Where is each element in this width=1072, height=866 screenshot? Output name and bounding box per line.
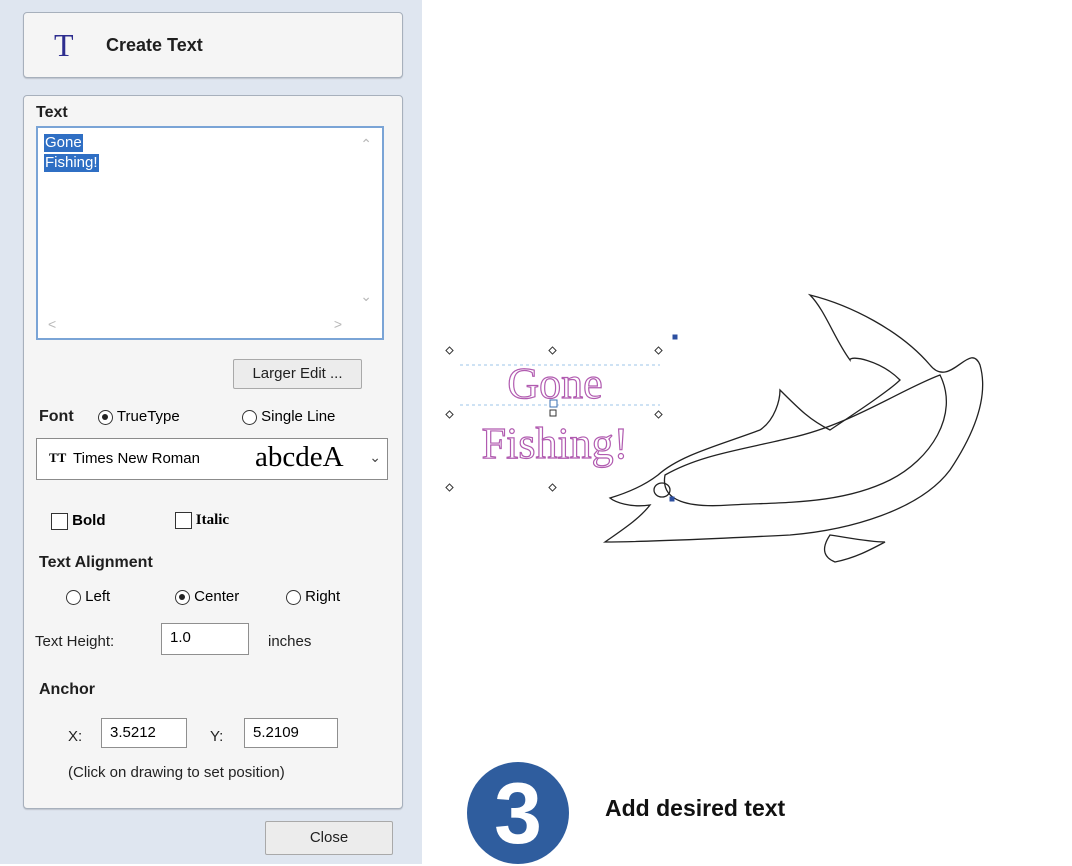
align-center-radio[interactable]: Center [175, 588, 239, 605]
anchor-x-input[interactable]: 3.5212 [101, 718, 187, 748]
truetype-font-icon: TT [49, 450, 67, 465]
single-line-label: Single Line [261, 408, 336, 425]
align-center-label: Center [194, 588, 240, 605]
close-button[interactable]: Close [265, 821, 393, 855]
step-number-badge: 3 [467, 762, 569, 864]
bold-label: Bold [72, 512, 106, 529]
text-options-box: Text Gone Fishing! ⌃ ⌄ < > Larger Edit .… [23, 95, 403, 809]
anchor-hint: (Click on drawing to set position) [68, 764, 285, 781]
truetype-radio[interactable]: TrueType [98, 408, 180, 425]
radio-empty-icon [242, 409, 257, 425]
text-line-1: Gone [44, 134, 83, 152]
bold-checkbox[interactable]: Bold [51, 512, 106, 530]
selected-font-name: Times New Roman [73, 450, 200, 467]
fish-outline [602, 293, 984, 563]
radio-empty-icon [286, 589, 301, 605]
align-left-label: Left [85, 588, 111, 605]
text-T-icon: T [54, 27, 74, 63]
align-right-radio[interactable]: Right [286, 588, 340, 605]
radio-selected-icon [98, 409, 113, 425]
italic-label: Italic [195, 512, 230, 528]
font-label: Font [39, 408, 74, 425]
scroll-left-icon[interactable]: < [48, 316, 56, 332]
panel-title: Create Text [106, 35, 203, 55]
text-line-2: Fishing! [44, 154, 99, 172]
font-preview: abcdeA [255, 441, 344, 473]
checkbox-icon [175, 512, 192, 530]
checkbox-icon [51, 512, 68, 530]
text-input-area[interactable]: Gone Fishing! ⌃ ⌄ < > [36, 126, 384, 340]
truetype-label: TrueType [116, 408, 180, 425]
scroll-right-icon[interactable]: > [334, 316, 342, 332]
scroll-up-icon[interactable]: ⌃ [360, 136, 372, 153]
panel-header: T Create Text [23, 12, 403, 78]
radio-selected-icon [175, 589, 190, 605]
single-line-radio[interactable]: Single Line [242, 408, 335, 425]
anchor-y-label: Y: [210, 728, 224, 745]
anchor-y-input[interactable]: 5.2109 [244, 718, 338, 748]
align-right-label: Right [305, 588, 341, 605]
italic-checkbox[interactable]: Italic [175, 512, 230, 530]
scroll-down-icon[interactable]: ⌄ [360, 288, 372, 305]
align-left-radio[interactable]: Left [66, 588, 110, 605]
alignment-label: Text Alignment [39, 554, 153, 571]
larger-edit-button[interactable]: Larger Edit ... [233, 359, 362, 389]
font-select[interactable]: TT Times New Roman abcdeA ⌄ [36, 438, 388, 480]
step-caption: Add desired text [605, 795, 786, 821]
canvas-text-line-2: Fishing! [482, 419, 629, 468]
canvas-text-line-1: Gone [507, 359, 602, 408]
anchor-label: Anchor [39, 681, 95, 698]
text-height-input[interactable]: 1.0 [161, 623, 249, 655]
radio-empty-icon [66, 589, 81, 605]
text-height-label: Text Height: [35, 633, 115, 650]
anchor-x-label: X: [68, 728, 83, 745]
chevron-down-icon: ⌄ [369, 449, 381, 465]
text-height-unit: inches [268, 633, 312, 650]
text-section-label: Text [36, 104, 68, 121]
create-text-panel: T Create Text Text Gone Fishing! ⌃ ⌄ < >… [0, 0, 422, 864]
drawing-canvas[interactable]: Gone Fishing! [430, 280, 990, 580]
